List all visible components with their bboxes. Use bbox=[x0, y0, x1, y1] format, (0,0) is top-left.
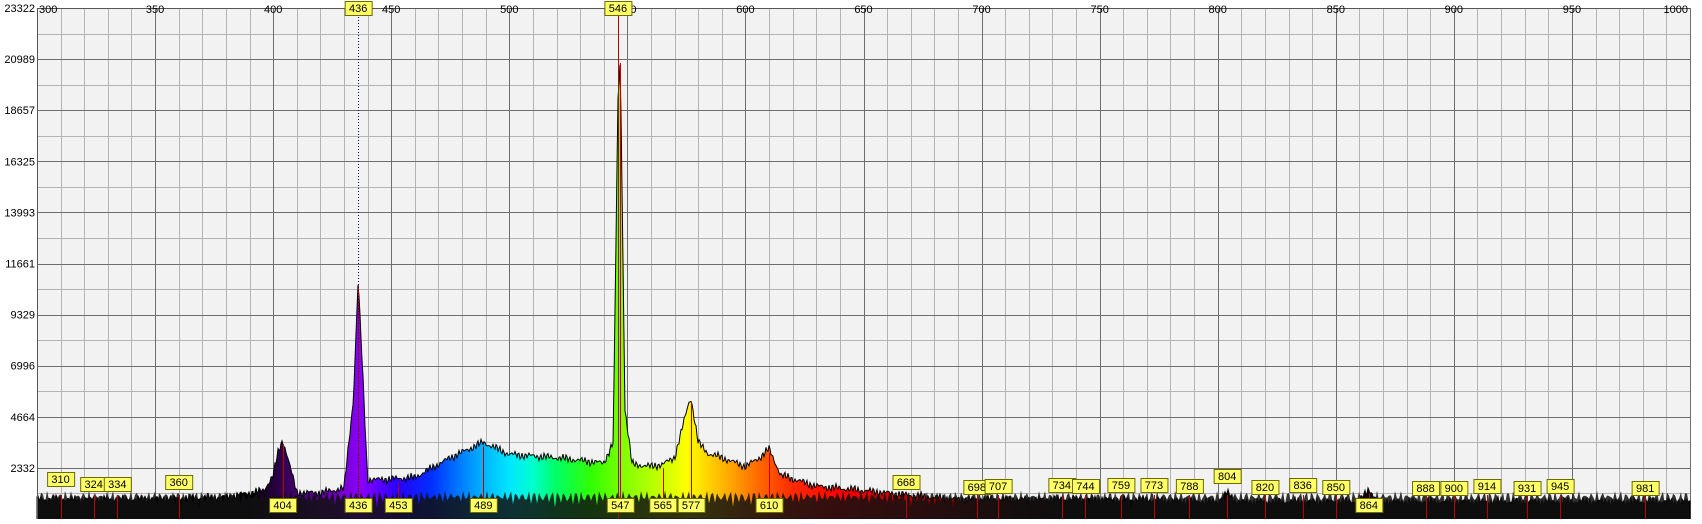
x-tick-label-350: 350 bbox=[146, 4, 164, 16]
y-tick-label-11661: 11661 bbox=[5, 259, 35, 271]
cursor-label-546: 546 bbox=[609, 3, 627, 15]
peak-label-404: 404 bbox=[273, 500, 291, 512]
peak-label-820: 820 bbox=[1256, 482, 1274, 494]
x-tick-label-400: 400 bbox=[264, 4, 282, 16]
y-tick-label-23322: 23322 bbox=[4, 3, 35, 15]
peak-label-945: 945 bbox=[1551, 481, 1569, 493]
x-tick-label-450: 450 bbox=[382, 4, 400, 16]
peak-label-707: 707 bbox=[989, 481, 1007, 493]
peak-label-668: 668 bbox=[897, 477, 915, 489]
peak-label-360: 360 bbox=[170, 477, 188, 489]
peak-label-453: 453 bbox=[389, 500, 407, 512]
y-tick-label-4664: 4664 bbox=[11, 412, 35, 424]
peak-label-565: 565 bbox=[654, 500, 672, 512]
x-tick-label-750: 750 bbox=[1090, 4, 1108, 16]
peak-label-773: 773 bbox=[1145, 480, 1163, 492]
peak-label-436: 436 bbox=[349, 500, 367, 512]
peak-label-804: 804 bbox=[1218, 471, 1236, 483]
x-tick-label-900: 900 bbox=[1445, 4, 1463, 16]
y-tick-label-16325: 16325 bbox=[4, 156, 35, 168]
peak-label-489: 489 bbox=[474, 500, 492, 512]
peak-label-310: 310 bbox=[51, 474, 69, 486]
x-tick-label-600: 600 bbox=[736, 4, 754, 16]
peak-label-610: 610 bbox=[760, 500, 778, 512]
x-tick-label-700: 700 bbox=[972, 4, 990, 16]
spectrum-chart: 3003504004505005506006507007508008509009… bbox=[0, 0, 1702, 520]
x-tick-label-950: 950 bbox=[1563, 4, 1581, 16]
peak-label-734: 734 bbox=[1053, 480, 1071, 492]
peak-label-836: 836 bbox=[1294, 480, 1312, 492]
x-tick-label-850: 850 bbox=[1327, 4, 1345, 16]
peak-label-324: 324 bbox=[84, 479, 102, 491]
peak-label-864: 864 bbox=[1360, 500, 1378, 512]
x-tick-label-500: 500 bbox=[500, 4, 518, 16]
spectrum-plot: 3003504004505005506006507007508008509009… bbox=[0, 0, 1702, 520]
x-tick-label-1000: 1000 bbox=[1664, 4, 1688, 16]
peak-label-888: 888 bbox=[1416, 483, 1434, 495]
peak-label-850: 850 bbox=[1327, 482, 1345, 494]
peak-label-744: 744 bbox=[1076, 481, 1094, 493]
peak-label-334: 334 bbox=[108, 479, 126, 491]
x-tick-label-800: 800 bbox=[1209, 4, 1227, 16]
peak-label-900: 900 bbox=[1445, 483, 1463, 495]
peak-label-577: 577 bbox=[682, 500, 700, 512]
peak-label-914: 914 bbox=[1478, 481, 1496, 493]
y-tick-label-13993: 13993 bbox=[4, 207, 35, 219]
y-tick-label-9329: 9329 bbox=[11, 310, 35, 322]
cursor-label-436: 436 bbox=[349, 3, 367, 15]
x-tick-label-300: 300 bbox=[39, 4, 57, 16]
x-tick-label-650: 650 bbox=[854, 4, 872, 16]
peak-label-931: 931 bbox=[1518, 483, 1536, 495]
peak-label-759: 759 bbox=[1112, 480, 1130, 492]
y-tick-label-2332: 2332 bbox=[11, 463, 35, 475]
peak-label-698: 698 bbox=[968, 482, 986, 494]
y-tick-label-20989: 20989 bbox=[4, 54, 35, 66]
y-tick-label-6996: 6996 bbox=[11, 361, 35, 373]
peak-label-788: 788 bbox=[1180, 481, 1198, 493]
y-tick-label-18657: 18657 bbox=[4, 105, 35, 117]
peak-label-547: 547 bbox=[611, 500, 629, 512]
peak-label-981: 981 bbox=[1636, 483, 1654, 495]
